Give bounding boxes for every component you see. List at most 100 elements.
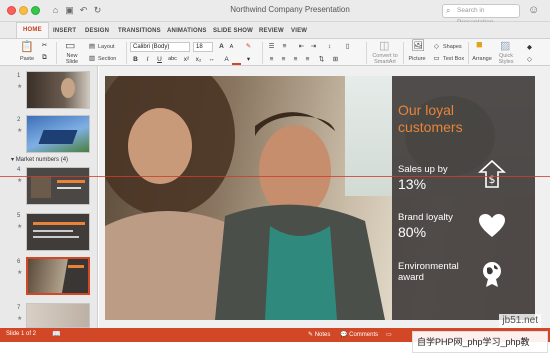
- bullets-icon[interactable]: ☰: [267, 42, 276, 51]
- layout-label[interactable]: Layout: [98, 44, 115, 50]
- feedback-smiley-icon[interactable]: ☺: [528, 4, 539, 16]
- font-color-button[interactable]: A: [222, 55, 231, 64]
- close-window-button[interactable]: [7, 6, 16, 15]
- slide-thumbnail-7[interactable]: [26, 303, 90, 328]
- ribbon-home: 📋 Paste ✂ ⧉ ▭ New Slide ▤ Layout ▥ Secti…: [0, 38, 550, 66]
- italic-button[interactable]: I: [143, 55, 152, 64]
- star-icon: ★: [17, 224, 23, 230]
- text-direction-icon[interactable]: ⇅: [317, 55, 326, 64]
- minimize-window-button[interactable]: [19, 6, 28, 15]
- paste-icon[interactable]: 📋: [20, 40, 34, 53]
- textbox-icon[interactable]: ▭: [432, 54, 441, 63]
- strikethrough-button[interactable]: abc: [168, 55, 177, 64]
- redo-icon[interactable]: ↻: [92, 5, 103, 16]
- slide-thumbnail-4[interactable]: [26, 167, 90, 205]
- customers-photo: [105, 76, 385, 320]
- shrink-font-icon[interactable]: A: [227, 43, 236, 52]
- ribbon-tabs: HOME INSERT DESIGN TRANSITIONS ANIMATION…: [0, 22, 550, 38]
- slide-title[interactable]: Our loyal customers: [398, 102, 508, 136]
- increase-indent-icon[interactable]: ⇥: [309, 42, 318, 51]
- title-bar: ⌂ ▣ ↶ ↻ Northwind Company Presentation ⌕…: [0, 0, 550, 26]
- star-icon: ★: [17, 84, 23, 90]
- heart-icon: [479, 214, 505, 237]
- picture-icon[interactable]: 🖼: [411, 39, 425, 52]
- slide-indicator: Slide 1 of 2: [6, 331, 37, 337]
- slide-thumbnail-6[interactable]: [26, 257, 90, 295]
- align-left-icon[interactable]: ≡: [267, 55, 276, 64]
- quick-styles-label: Quick Styles: [498, 53, 514, 65]
- section-label[interactable]: Section: [98, 56, 116, 62]
- copy-icon[interactable]: ⧉: [40, 53, 49, 62]
- paste-label: Paste: [19, 56, 35, 62]
- numbering-icon[interactable]: ≡: [280, 42, 289, 51]
- watermark-text: 自学PHP网_php学习_php教: [417, 337, 530, 347]
- subscript-button[interactable]: x₂: [194, 55, 203, 64]
- tab-transitions[interactable]: TRANSITIONS: [118, 28, 161, 34]
- tab-view[interactable]: VIEW: [291, 28, 307, 34]
- undo-icon[interactable]: ↶: [78, 5, 89, 16]
- comments-button[interactable]: 💬 Comments: [340, 331, 378, 338]
- home-icon[interactable]: ⌂: [50, 5, 61, 16]
- normal-view-icon[interactable]: ▭: [386, 331, 392, 338]
- font-name-select[interactable]: Calibri (Body): [130, 42, 190, 52]
- align-right-icon[interactable]: ≡: [291, 55, 300, 64]
- bold-button[interactable]: B: [131, 55, 140, 64]
- watermark: jb51.net 自学PHP网_php学习_php教: [412, 314, 548, 353]
- slide-thumbnail-5[interactable]: [26, 213, 90, 251]
- stat-environmental-award[interactable]: Environmental award: [398, 261, 480, 283]
- tab-review[interactable]: REVIEW: [259, 28, 284, 34]
- clear-format-icon[interactable]: ✎: [244, 42, 253, 51]
- textbox-label[interactable]: Text Box: [443, 56, 464, 62]
- maximize-window-button[interactable]: [31, 6, 40, 15]
- underline-button[interactable]: U: [155, 55, 164, 64]
- notes-button[interactable]: ✎ Notes: [308, 331, 330, 338]
- outline-icon[interactable]: ◇: [525, 55, 534, 64]
- search-icon: ⌕: [446, 6, 451, 15]
- tab-slide-show[interactable]: SLIDE SHOW: [213, 28, 253, 34]
- superscript-button[interactable]: x²: [182, 55, 191, 64]
- font-size-select[interactable]: 18: [193, 42, 213, 52]
- arrange-icon[interactable]: ■: [476, 39, 483, 51]
- slide-thumbnail-panel: 1 ★ 2 ★ ▾ Market numbers (4) 4 ★ 5 ★ 6 ★…: [0, 66, 98, 328]
- tab-insert[interactable]: INSERT: [53, 28, 76, 34]
- quick-styles-icon[interactable]: ▨: [500, 39, 510, 52]
- stat-label: Brand loyalty: [398, 212, 453, 223]
- stat-brand-loyalty[interactable]: Brand loyalty 80%: [398, 212, 453, 240]
- dollar-arrow-icon: $: [478, 160, 506, 188]
- current-slide[interactable]: Our loyal customers Sales up by 13% $ Br…: [105, 76, 535, 320]
- layout-icon[interactable]: ▤: [88, 42, 96, 51]
- guide-line: [0, 176, 550, 177]
- line-spacing-icon[interactable]: ↕: [325, 42, 334, 51]
- search-input[interactable]: ⌕ Search in Presentation: [442, 4, 520, 26]
- character-spacing-icon[interactable]: ↔: [207, 55, 216, 64]
- slide-editor-canvas[interactable]: Our loyal customers Sales up by 13% $ Br…: [99, 66, 550, 328]
- align-text-icon[interactable]: ⊞: [331, 55, 340, 64]
- section-header[interactable]: ▾ Market numbers (4): [11, 156, 68, 163]
- slide-thumbnail-2[interactable]: [26, 115, 90, 153]
- decrease-indent-icon[interactable]: ⇤: [297, 42, 306, 51]
- stat-sales[interactable]: Sales up by 13%: [398, 164, 448, 192]
- justify-icon[interactable]: ≡: [303, 55, 312, 64]
- shapes-label[interactable]: Shapes: [443, 44, 462, 50]
- shapes-icon[interactable]: ◇: [432, 42, 441, 51]
- convert-smartart-label: Convert to SmartArt: [372, 53, 398, 65]
- save-icon[interactable]: ▣: [64, 5, 75, 16]
- section-icon[interactable]: ▥: [88, 54, 96, 63]
- slide-number: 7: [17, 305, 21, 311]
- slide-thumbnail-1[interactable]: [26, 71, 90, 109]
- align-center-icon[interactable]: ≡: [279, 55, 288, 64]
- stat-value: 80%: [398, 224, 427, 240]
- highlight-icon[interactable]: ▾: [244, 55, 253, 64]
- tab-home[interactable]: HOME: [16, 22, 49, 38]
- tab-animations[interactable]: ANIMATIONS: [167, 28, 207, 34]
- new-slide-icon[interactable]: ▭: [65, 39, 75, 52]
- stats-overlay-panel: Our loyal customers Sales up by 13% $ Br…: [392, 76, 535, 320]
- spelling-icon[interactable]: 📖: [52, 330, 61, 338]
- fill-icon[interactable]: ◆: [525, 43, 534, 52]
- columns-icon[interactable]: ▯: [343, 42, 352, 51]
- cut-icon[interactable]: ✂: [40, 41, 49, 50]
- tab-design[interactable]: DESIGN: [85, 28, 109, 34]
- grow-font-icon[interactable]: A: [217, 42, 226, 51]
- picture-label: Picture: [408, 56, 426, 62]
- smartart-icon[interactable]: ◫: [379, 39, 389, 52]
